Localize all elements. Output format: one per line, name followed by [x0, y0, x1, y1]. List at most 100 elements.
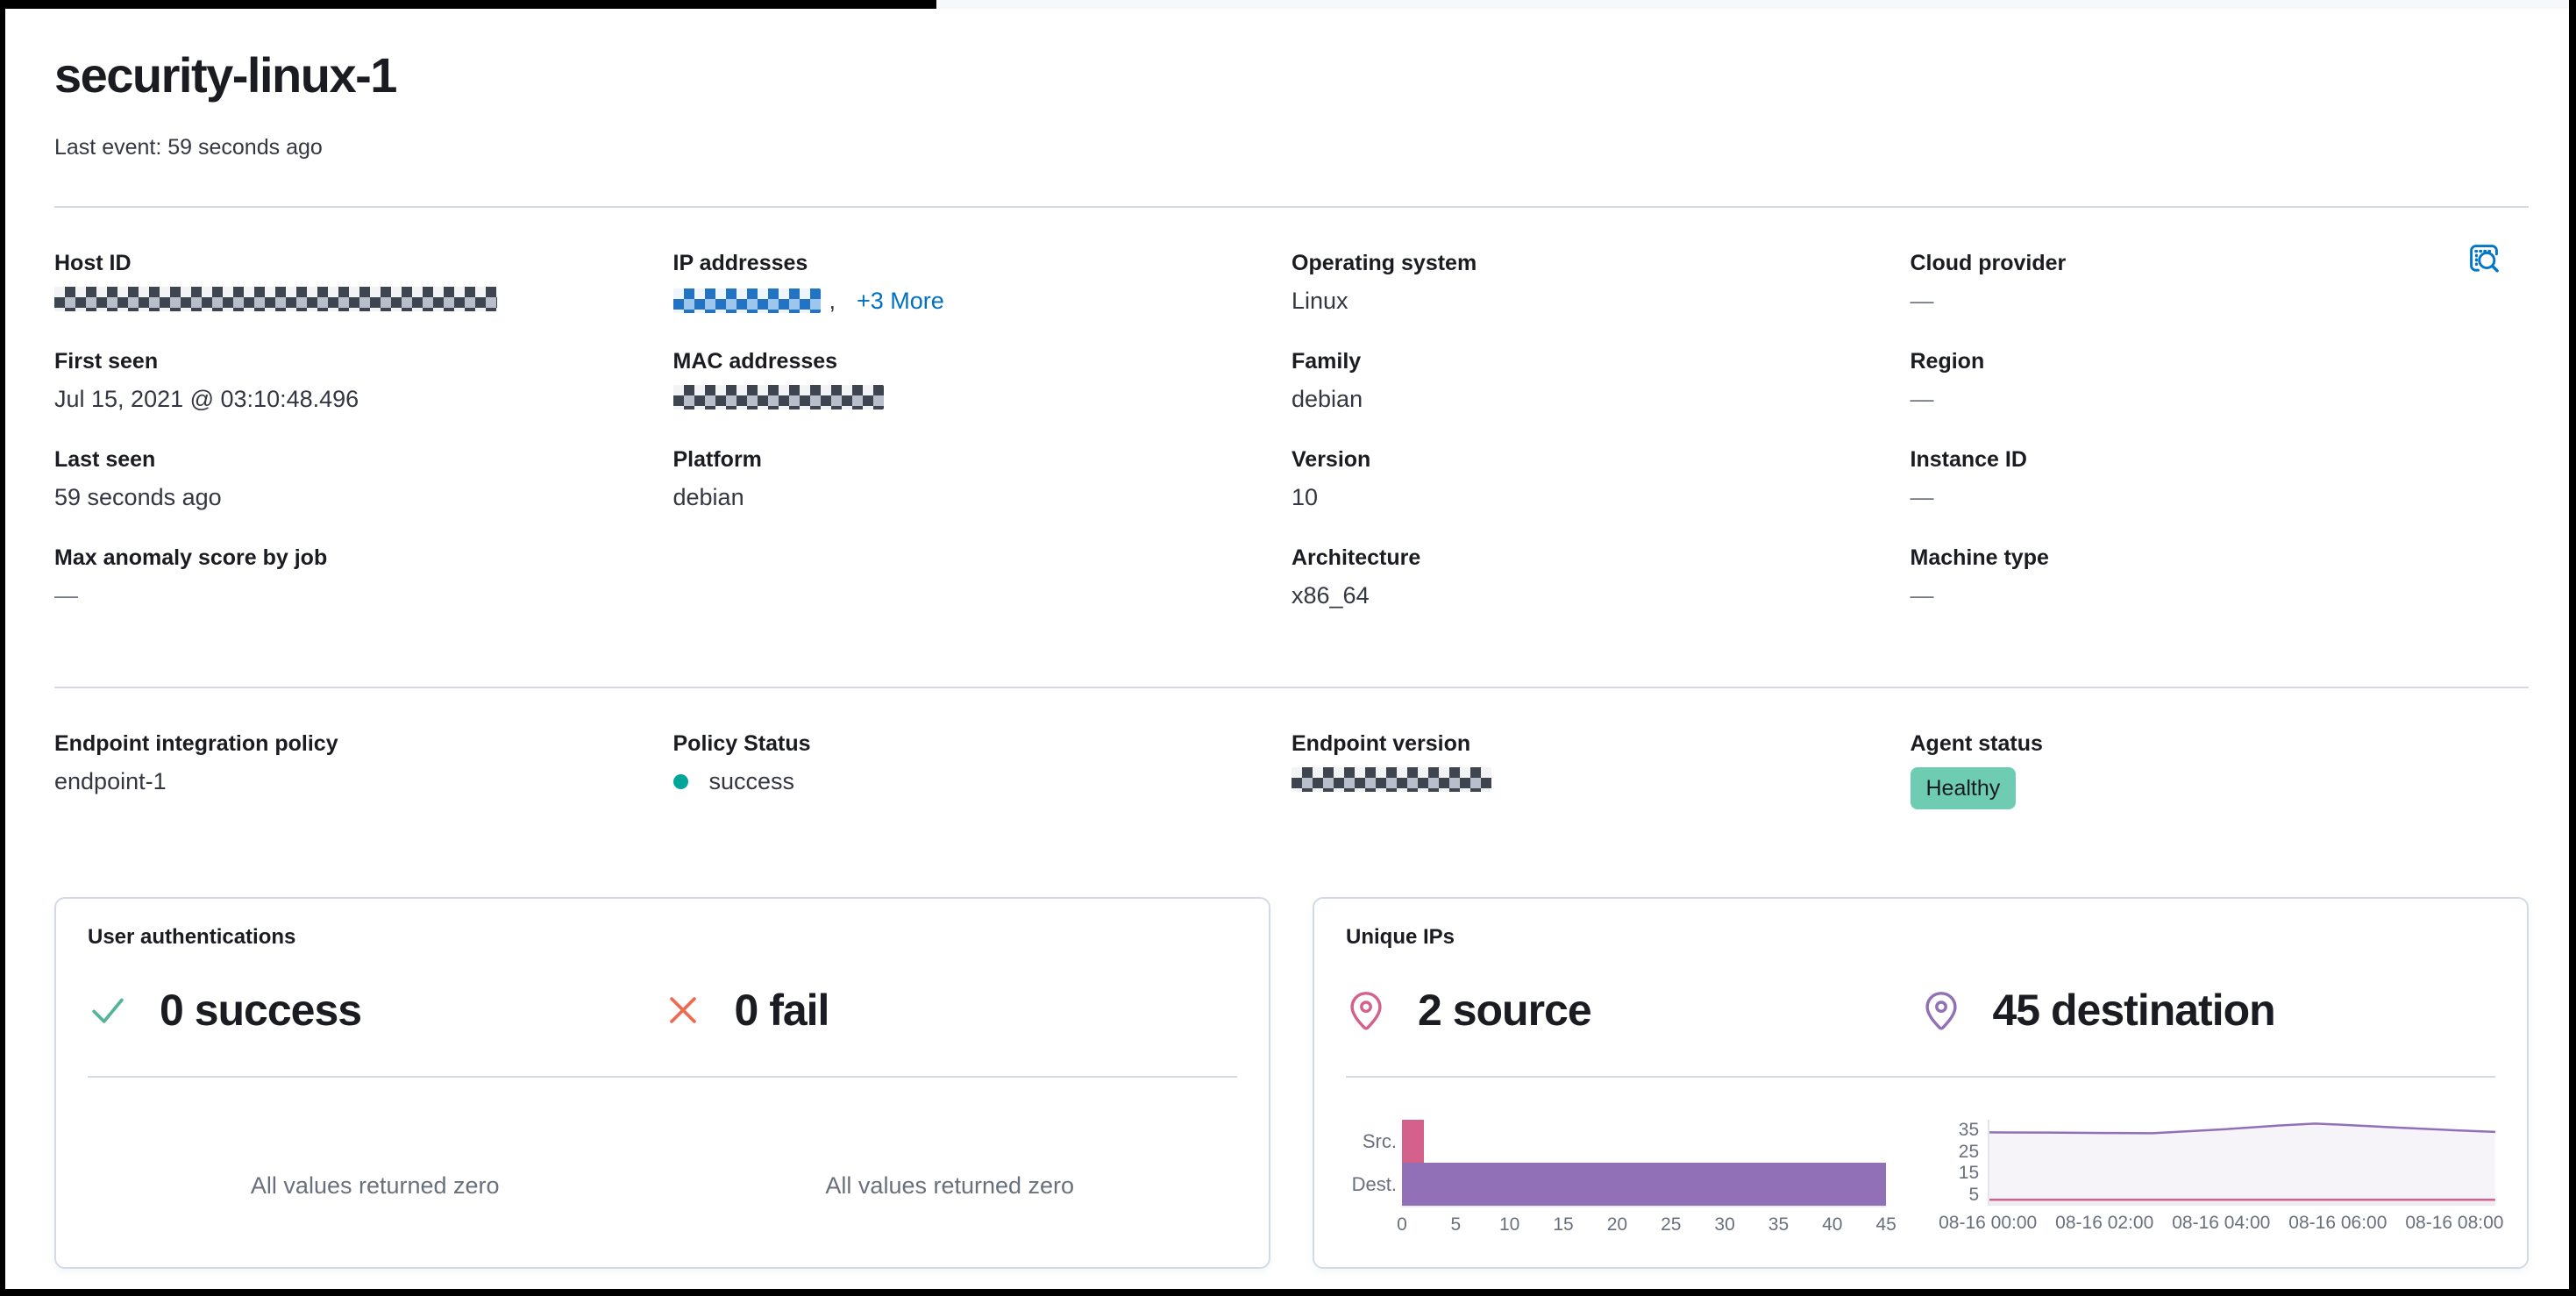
field-value: — — [1910, 484, 1934, 510]
field-label: Host ID — [54, 251, 132, 275]
field-label: Platform — [672, 447, 762, 472]
map-pin-icon — [1346, 990, 1386, 1030]
bar-rows: Src. Dest. — [1346, 1120, 1887, 1206]
fail-count: 0 fail — [734, 986, 830, 1035]
bar-category-label: Src. — [1362, 1129, 1397, 1152]
field-value: debian — [672, 484, 744, 510]
field-value: x86_64 — [1292, 582, 1370, 609]
destination-count: 45 destination — [1992, 986, 2276, 1035]
field-label: Machine type — [1910, 545, 2049, 570]
field-label: Endpoint version — [1292, 731, 1471, 756]
line-x-tick-label: 08-16 02:00 — [2055, 1213, 2154, 1233]
check-icon — [88, 990, 128, 1030]
endpoint-version-redacted-value — [1292, 767, 1491, 792]
bar-x-tick-label: 30 — [1714, 1214, 1735, 1235]
success-empty-message: All values returned zero — [250, 1172, 500, 1199]
ip-more-link[interactable]: +3 More — [857, 287, 944, 315]
field-label: Family — [1292, 349, 1362, 374]
field-value: Linux — [1292, 288, 1348, 314]
field-value: 59 seconds ago — [54, 484, 222, 510]
overview-section: Host ID IP addresses , +3 More Operating… — [54, 244, 2530, 609]
field-host-id: Host ID — [54, 250, 673, 315]
window-edge — [5, 0, 2569, 9]
field-label: Region — [1910, 349, 1985, 374]
destination-ips-stat: 45 destination — [1921, 985, 2496, 1036]
field-value: — — [1910, 582, 1934, 609]
field-family: Family debian — [1292, 348, 1911, 413]
host-details-page: security-linux-1 Last event: 59 seconds … — [0, 0, 2576, 1296]
map-pin-icon — [1921, 990, 1961, 1030]
field-label: Policy Status — [672, 731, 811, 756]
endpoint-section: Endpoint integration policy endpoint-1 P… — [54, 730, 2529, 809]
field-label: Architecture — [1292, 545, 1421, 570]
ip-separator: , — [829, 288, 836, 314]
source-count: 2 source — [1418, 986, 1592, 1035]
bar-x-tick-label: 20 — [1606, 1214, 1628, 1235]
bar-fill — [1402, 1120, 1424, 1163]
field-value: endpoint-1 — [54, 768, 167, 794]
field-value: 10 — [1292, 484, 1319, 510]
field-cloud-provider: Cloud provider — — [1911, 250, 2530, 315]
field-policy-status: Policy Status success — [672, 730, 1292, 809]
bar-x-tick-label: 10 — [1499, 1214, 1520, 1235]
bar-x-tick-label: 40 — [1822, 1214, 1843, 1235]
field-value: Jul 15, 2021 @ 03:10:48.496 — [54, 386, 359, 412]
bar-category-label: Dest. — [1351, 1172, 1397, 1195]
field-endpoint-policy: Endpoint integration policy endpoint-1 — [54, 730, 673, 809]
bar-x-tick-label: 15 — [1553, 1214, 1574, 1235]
source-ips-stat: 2 source — [1346, 985, 1921, 1036]
field-max-anomaly-score: Max anomaly score by job — — [54, 545, 673, 609]
bar-x-tick-label: 45 — [1875, 1214, 1896, 1235]
auth-fail-stat: 0 fail — [663, 985, 1238, 1036]
ips-charts-row: Src. Dest. 0 5 10 15 20 25 30 35 40 45 35 25 15 5 08-… — [1346, 1120, 2503, 1241]
user-authentications-card: User authentications 0 success 0 fail Al… — [54, 897, 1270, 1269]
metric-cards-row: User authentications 0 success 0 fail Al… — [54, 897, 2529, 1269]
bar-x-tick-label: 25 — [1661, 1214, 1682, 1235]
unique-ips-card: Unique IPs 2 source 45 destination Src. … — [1313, 897, 2529, 1269]
field-label: Max anomaly score by job — [54, 545, 328, 570]
auth-success-stat: 0 success — [88, 985, 663, 1036]
host-id-redacted-value — [54, 287, 497, 311]
field-label: IP addresses — [672, 251, 808, 275]
field-value: debian — [1292, 386, 1363, 412]
line-y-axis: 35 25 15 5 — [1942, 1120, 1988, 1206]
page-title: security-linux-1 — [54, 47, 397, 103]
success-count: 0 success — [160, 986, 362, 1035]
unique-ips-bar-chart: Src. Dest. 0 5 10 15 20 25 30 35 40 45 — [1346, 1120, 1896, 1241]
card-divider — [1346, 1076, 2495, 1078]
bar-x-tick-label: 35 — [1768, 1214, 1790, 1235]
field-version: Version 10 — [1292, 446, 1911, 511]
unique-ips-area-chart: 35 25 15 5 08-16 00:00 08-16 02:00 08-16 04:0… — [1939, 1120, 2503, 1241]
field-mac-addresses: MAC addresses — [672, 348, 1292, 413]
line-y-tick-label: 25 — [1958, 1141, 1980, 1162]
ip-redacted-value — [672, 288, 821, 313]
field-value: success — [708, 768, 795, 794]
bar-row: Src. — [1346, 1120, 1886, 1163]
page-content: security-linux-1 Last event: 59 seconds … — [5, 9, 2569, 1269]
divider — [54, 206, 2529, 208]
field-label: Endpoint integration policy — [54, 731, 338, 756]
line-x-tick-label: 08-16 00:00 — [1939, 1213, 2038, 1233]
bar-track — [1402, 1163, 1887, 1206]
auth-stats-row: 0 success 0 fail — [88, 985, 1237, 1036]
field-label: Operating system — [1292, 251, 1477, 275]
line-y-tick-label: 15 — [1958, 1163, 1980, 1184]
ips-stats-row: 2 source 45 destination — [1346, 985, 2495, 1036]
bar-row: Dest. — [1346, 1163, 1887, 1206]
field-region: Region — — [1911, 348, 2530, 413]
field-value: — — [1910, 386, 1934, 412]
line-y-tick-label: 35 — [1958, 1120, 1980, 1141]
field-value: — — [54, 582, 78, 609]
fail-empty-message: All values returned zero — [825, 1172, 1075, 1199]
line-x-tick-label: 08-16 04:00 — [2172, 1213, 2271, 1233]
auth-empty-row: All values returned zero All values retu… — [88, 1172, 1237, 1200]
field-first-seen: First seen Jul 15, 2021 @ 03:10:48.496 — [54, 348, 673, 413]
card-title: Unique IPs — [1346, 925, 1455, 949]
bar-x-tick-label: 0 — [1397, 1214, 1407, 1235]
bar-track — [1402, 1120, 1886, 1163]
field-label: Instance ID — [1910, 447, 2027, 472]
inspect-icon[interactable] — [2464, 239, 2504, 280]
line-x-axis: 08-16 00:00 08-16 02:00 08-16 04:00 08-16 0… — [1939, 1206, 2503, 1241]
field-value: — — [1910, 288, 1934, 314]
line-x-tick-label: 08-16 08:00 — [2405, 1213, 2504, 1233]
